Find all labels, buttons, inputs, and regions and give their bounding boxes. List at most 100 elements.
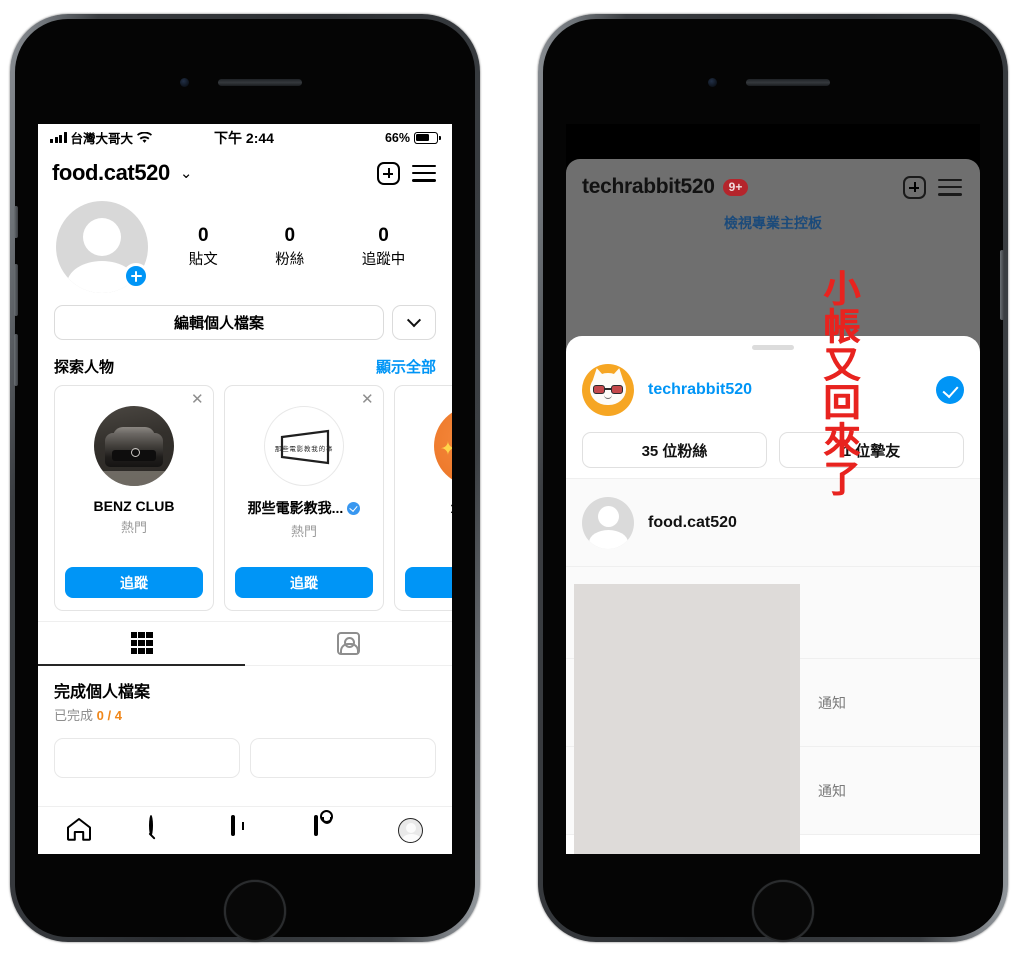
complete-profile-card[interactable] <box>54 738 240 778</box>
hamburger-menu-icon <box>938 178 962 196</box>
front-camera-icon <box>708 78 717 87</box>
home-button[interactable] <box>752 880 814 942</box>
right-phone-device: techrabbit520 9+ 檢視專業主控板 techrabbit520 3… <box>538 14 1008 942</box>
tab-tagged[interactable] <box>245 622 452 666</box>
plus-square-icon <box>231 815 236 836</box>
discover-people-header: 探索人物 顯示全部 <box>38 352 452 385</box>
discover-card[interactable]: ✕ BENZ CLUB 熱門 追蹤 <box>54 385 214 611</box>
stat-posts[interactable]: 0 貼文 <box>189 225 218 269</box>
home-button[interactable] <box>224 880 286 942</box>
earpiece-speaker <box>746 79 830 86</box>
mercedes-logo-icon <box>131 448 140 457</box>
profile-more-button[interactable] <box>392 305 436 340</box>
stat-following[interactable]: 0 追蹤中 <box>362 225 406 269</box>
screenshot-stage: 台灣大哥大 下午 2:44 66% food.cat520 ⌄ 0 貼文 0 粉… <box>0 0 1024 970</box>
follow-button[interactable]: 追 <box>405 567 452 598</box>
close-icon[interactable]: ✕ <box>361 392 374 407</box>
status-left: 台灣大哥大 <box>50 128 214 147</box>
wifi-icon <box>137 131 153 143</box>
power-button[interactable] <box>1000 250 1004 320</box>
close-icon[interactable]: ✕ <box>191 392 204 407</box>
stat-following-value: 0 <box>378 225 389 247</box>
bottom-navigation-bar <box>38 806 452 854</box>
followers-pill-button[interactable]: 35 位粉絲 <box>582 432 767 468</box>
discover-see-all-link[interactable]: 顯示全部 <box>376 356 436 377</box>
hamburger-menu-icon <box>412 164 436 182</box>
battery-icon <box>414 131 441 144</box>
profile-tabs <box>38 621 452 666</box>
default-person-avatar <box>582 496 634 549</box>
account-name[interactable]: food.cat520 <box>648 514 964 532</box>
search-icon <box>148 815 153 836</box>
account-name[interactable]: techrabbit520 <box>648 381 922 399</box>
verified-badge-icon <box>347 501 361 515</box>
account-row[interactable]: food.cat520 <box>566 479 980 567</box>
discover-card-name-text: 10 秒鐘 <box>450 498 452 518</box>
movie-screen-logo-avatar: 那些電影教我的事 <box>264 406 344 486</box>
stat-posts-value: 0 <box>197 225 209 247</box>
discover-card-subtitle: 熱門 <box>120 520 147 535</box>
edit-profile-button[interactable]: 編輯個人檔案 <box>54 305 384 340</box>
account-row-selected[interactable]: techrabbit520 <box>566 350 980 430</box>
discover-card-name: 那些電影教我... <box>248 498 361 518</box>
carrier-label: 台灣大哥大 <box>70 132 134 146</box>
sparkle-icon: ✦ <box>440 439 452 460</box>
sheet-row-label: 通知 <box>818 782 846 799</box>
discover-card[interactable]: ✕ 那些電影教我的事 那些電影教我... 熱門 追蹤 <box>224 385 384 611</box>
signal-bars-icon <box>50 132 67 143</box>
chevron-down-icon <box>406 312 422 327</box>
status-bar: 台灣大哥大 下午 2:44 66% <box>38 124 452 151</box>
volume-up-button[interactable] <box>14 264 18 316</box>
discover-card-name-text: 那些電影教我... <box>247 500 344 516</box>
stat-followers-value: 0 <box>284 225 296 247</box>
tab-grid[interactable] <box>38 622 245 666</box>
annotation-text: 小帳又回來了 <box>816 269 860 497</box>
nav-profile-button[interactable] <box>397 817 424 844</box>
nav-create-button[interactable] <box>231 815 258 844</box>
unread-count-badge: 9+ <box>722 178 749 196</box>
add-photo-badge-icon[interactable] <box>123 263 149 289</box>
background-profile-header: techrabbit520 9+ <box>566 159 980 207</box>
nav-shop-button[interactable] <box>314 815 341 844</box>
discover-title: 探索人物 <box>54 359 115 376</box>
stat-following-label: 追蹤中 <box>361 251 406 268</box>
follow-button[interactable]: 追蹤 <box>235 567 373 598</box>
shop-bag-icon <box>314 815 319 836</box>
pro-dashboard-link: 檢視專業主控板 <box>724 215 822 231</box>
volume-down-button[interactable] <box>14 334 18 386</box>
profile-avatar-icon <box>398 818 424 843</box>
chevron-down-icon[interactable]: ⌄ <box>180 164 193 182</box>
mute-switch[interactable] <box>14 206 18 238</box>
stat-followers-label: 粉絲 <box>275 251 305 268</box>
progress-value: 0 / 4 <box>96 708 122 723</box>
new-post-button[interactable] <box>374 159 402 187</box>
nav-home-button[interactable] <box>66 817 93 844</box>
stat-posts-label: 貼文 <box>188 251 218 268</box>
nav-search-button[interactable] <box>148 815 176 844</box>
complete-profile-cards[interactable] <box>38 730 452 778</box>
clock-label: 下午 2:44 <box>214 129 274 146</box>
profile-username[interactable]: food.cat520 <box>52 160 170 186</box>
profile-avatar-wrap[interactable] <box>56 201 149 293</box>
discover-card-name-text: BENZ CLUB <box>93 498 175 514</box>
avatar-inner-text: 那些電影教我的事 <box>274 446 334 453</box>
home-icon <box>66 818 91 841</box>
sunglasses-icon <box>593 385 623 394</box>
discover-card-list[interactable]: ✕ BENZ CLUB 熱門 追蹤 ✕ 那些電影教我的事 那些電影教我... 熱… <box>38 385 452 621</box>
front-camera-icon <box>180 78 189 87</box>
complete-profile-section: 完成個人檔案 已完成 0 / 4 <box>38 666 452 730</box>
left-phone-device: 台灣大哥大 下午 2:44 66% food.cat520 ⌄ 0 貼文 0 粉… <box>10 14 480 942</box>
follow-button[interactable]: 追蹤 <box>65 567 203 598</box>
profile-stats: 0 貼文 0 粉絲 0 追蹤中 <box>148 225 434 269</box>
complete-profile-card[interactable] <box>250 738 436 778</box>
menu-button[interactable] <box>410 159 438 187</box>
stat-followers[interactable]: 0 粉絲 <box>275 225 304 269</box>
status-right: 66% <box>274 131 441 145</box>
discover-card[interactable]: ✦ 10 秒鐘 熱 追 <box>394 385 452 611</box>
discover-card-name: 10 秒鐘 <box>450 498 452 518</box>
discover-card-subtitle: 熱門 <box>290 524 317 539</box>
close-friends-pill-button[interactable]: 1 位摯友 <box>779 432 964 468</box>
tagged-person-icon <box>337 632 360 655</box>
cat-sunglasses-avatar <box>582 364 634 416</box>
mushroom-character-avatar: ✦ <box>434 406 452 486</box>
